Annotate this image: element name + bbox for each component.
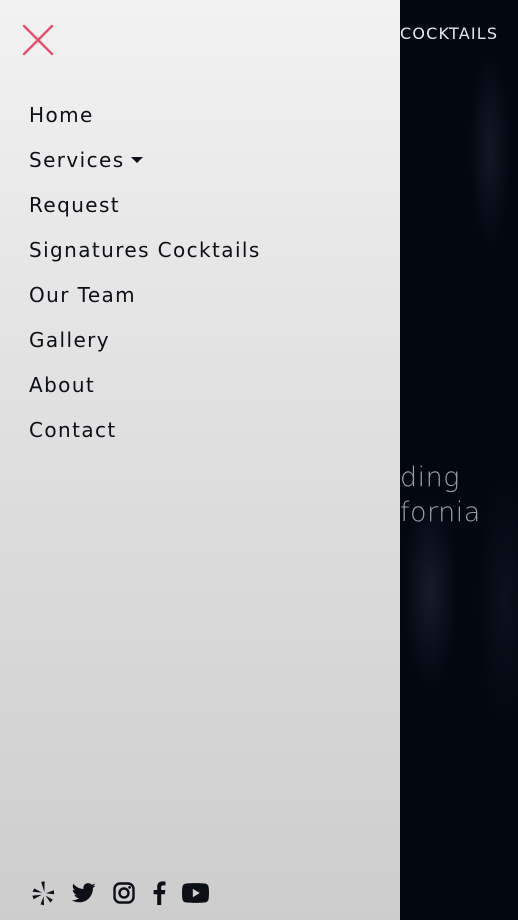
side-menu-drawer: Home Services Request Signatures Cocktai… xyxy=(0,0,400,920)
menu-item-home[interactable]: Home xyxy=(29,100,261,145)
instagram-icon[interactable] xyxy=(113,882,135,904)
menu-item-label: Our Team xyxy=(29,283,137,307)
menu-item-services[interactable]: Services xyxy=(29,145,261,190)
caret-down-icon xyxy=(130,156,143,163)
menu-item-label: About xyxy=(29,373,96,397)
menu-item-label: Signatures Cocktails xyxy=(29,238,261,262)
menu-item-label: Services xyxy=(29,148,125,172)
yelp-icon[interactable] xyxy=(31,880,55,906)
menu-item-signatures-cocktails[interactable]: Signatures Cocktails xyxy=(29,235,261,280)
main-menu: Home Services Request Signatures Cocktai… xyxy=(29,100,261,460)
facebook-icon[interactable] xyxy=(152,881,166,905)
hero-line-2: fornia xyxy=(400,497,481,528)
menu-item-label: Request xyxy=(29,193,121,217)
menu-item-label: Home xyxy=(29,103,94,127)
menu-item-label: Contact xyxy=(29,418,117,442)
hero-line-1: ding xyxy=(400,462,460,493)
menu-item-gallery[interactable]: Gallery xyxy=(29,325,261,370)
site-brand-nav[interactable]: COCKTAILS xyxy=(400,24,498,43)
menu-item-request[interactable]: Request xyxy=(29,190,261,235)
hero-heading: ding fornia xyxy=(400,460,481,530)
menu-item-about[interactable]: About xyxy=(29,370,261,415)
twitter-icon[interactable] xyxy=(72,883,96,903)
social-links xyxy=(31,880,209,906)
menu-item-contact[interactable]: Contact xyxy=(29,415,261,460)
menu-item-label: Gallery xyxy=(29,328,111,352)
youtube-icon[interactable] xyxy=(182,883,209,903)
menu-item-our-team[interactable]: Our Team xyxy=(29,280,261,325)
close-icon[interactable] xyxy=(20,22,56,58)
